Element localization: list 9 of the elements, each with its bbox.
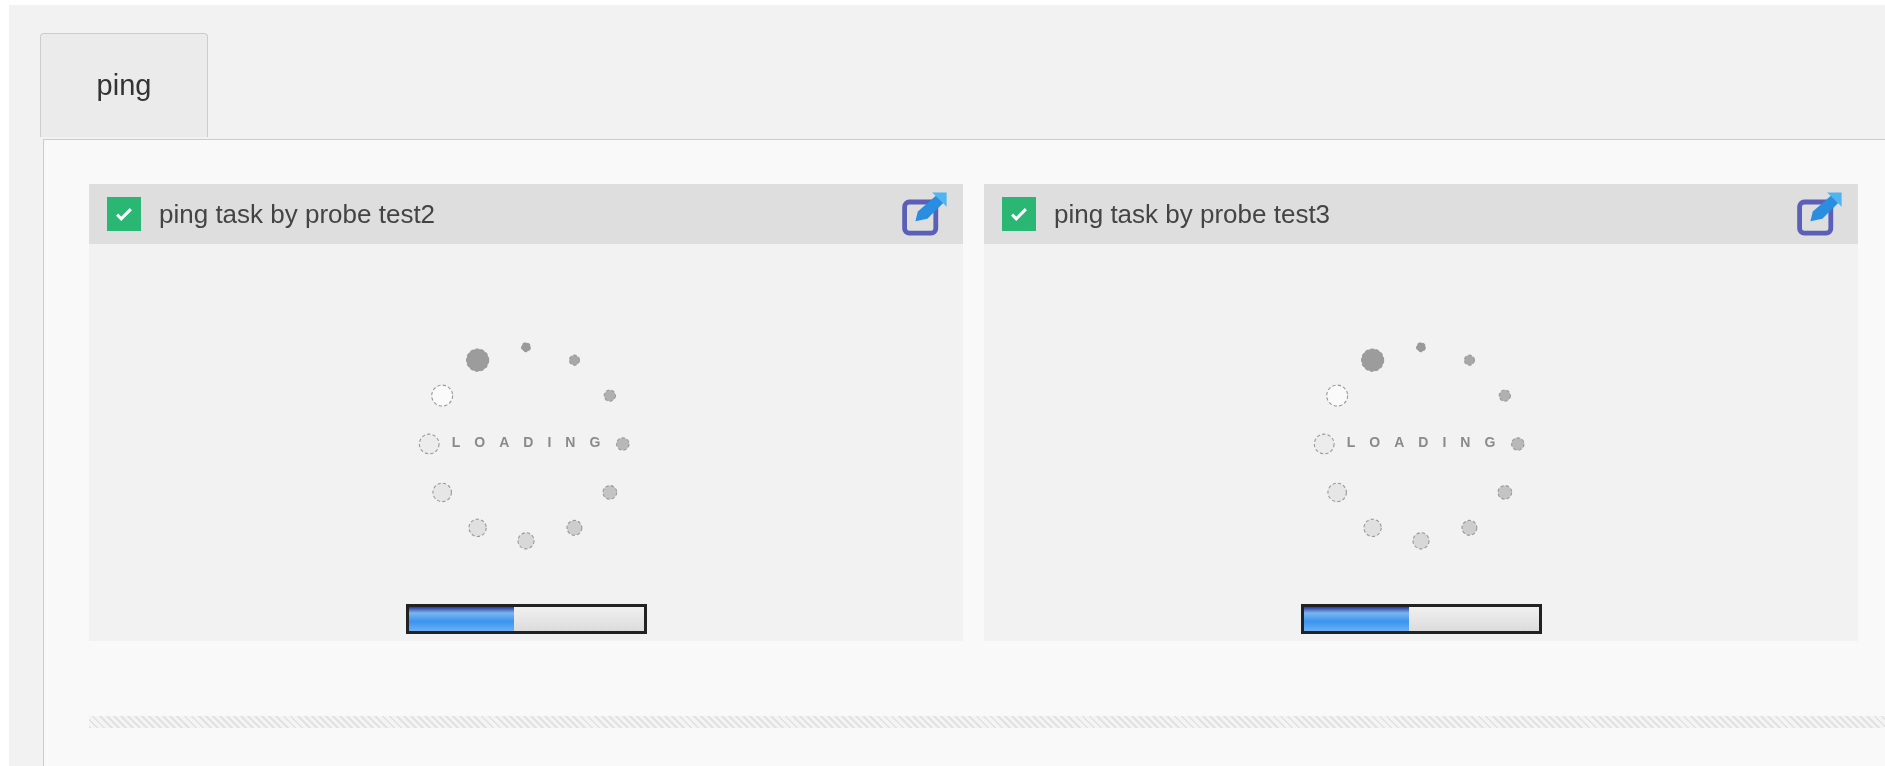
edit-icon[interactable] bbox=[901, 190, 949, 238]
edit-icon[interactable] bbox=[1796, 190, 1844, 238]
loading-text: LOADING bbox=[1345, 434, 1511, 450]
tab[interactable]: ping bbox=[40, 33, 208, 137]
card-title: ping task by probe test2 bbox=[159, 198, 437, 230]
loading-text: LOADING bbox=[450, 434, 616, 450]
card-title: ping task by probe test3 bbox=[1054, 198, 1332, 230]
checkbox[interactable] bbox=[107, 197, 141, 231]
checkbox[interactable] bbox=[1002, 197, 1036, 231]
